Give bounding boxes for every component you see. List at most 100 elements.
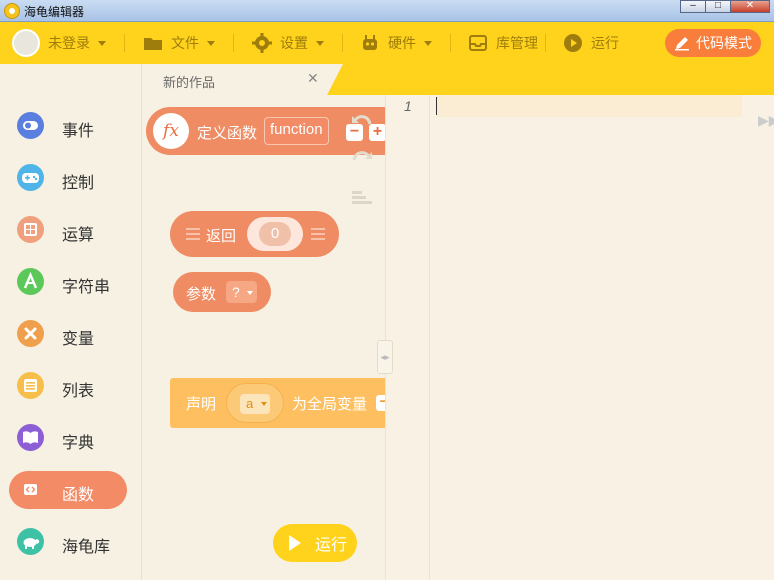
window-title: 海龟编辑器	[24, 5, 85, 19]
editor-gutter-divider	[429, 95, 430, 580]
block-palette: fx 定义函数 function − + 返回 0 参数 ? 声明 a 为全局变…	[143, 95, 385, 580]
category-label: 字典	[62, 435, 95, 452]
list-icon	[17, 372, 44, 399]
category-strings[interactable]: 字符串	[9, 263, 127, 301]
category-events[interactable]: 事件	[9, 107, 127, 145]
category-label: 海龟库	[62, 539, 111, 556]
calculator-icon	[17, 216, 44, 243]
category-dicts[interactable]: 字典	[9, 419, 127, 457]
param-block[interactable]: 参数 ?	[173, 272, 271, 312]
declare-suffix-label: 为全局变量	[292, 396, 368, 413]
function-name-field[interactable]: function	[264, 117, 329, 145]
settings-menu-label: 设置	[280, 35, 308, 51]
run-button[interactable]: 运行	[273, 524, 357, 562]
declare-var-dropdown[interactable]: a	[240, 394, 270, 414]
variable-x-icon	[17, 320, 44, 347]
chevron-down-icon	[316, 40, 324, 46]
editor-left-border	[385, 95, 386, 580]
run-button-label: 运行	[315, 537, 348, 554]
category-label: 运算	[62, 227, 95, 244]
chevron-down-icon	[207, 40, 215, 46]
login-menu[interactable]: 未登录	[12, 22, 106, 64]
code-brackets-icon	[17, 476, 44, 503]
declare-var-value: a	[246, 396, 254, 411]
book-icon	[17, 424, 44, 451]
define-function-label: 定义函数	[197, 125, 258, 142]
declare-var-slot[interactable]: a	[226, 383, 284, 423]
code-editor[interactable]	[385, 95, 774, 580]
resize-handle[interactable]: ◂▸	[377, 340, 393, 374]
collapse-panel-icon[interactable]: ▶▶	[758, 112, 774, 129]
file-menu[interactable]: 文件	[143, 22, 215, 64]
hardware-menu-label: 硬件	[388, 35, 416, 51]
current-line-highlight	[436, 95, 742, 117]
return-label: 返回	[206, 228, 237, 245]
category-operators[interactable]: 运算	[9, 211, 127, 249]
category-functions[interactable]: 函数	[9, 471, 127, 509]
main-toolbar: 未登录 文件 设置 硬件 库管理 运行	[0, 22, 774, 64]
toolbar-divider	[233, 34, 234, 52]
toolbar-divider	[342, 34, 343, 52]
inbox-icon	[469, 35, 487, 51]
minimize-button[interactable]: –	[680, 0, 706, 13]
chevron-down-icon	[247, 291, 253, 295]
settings-menu[interactable]: 设置	[252, 22, 324, 64]
tab-new-work[interactable]: 新的作品 ✕	[142, 64, 343, 95]
library-button-label: 库管理	[496, 35, 538, 51]
window-controls: – □ ✕	[680, 0, 770, 14]
return-value-field[interactable]: 0	[259, 222, 291, 246]
toolbar-divider	[124, 34, 125, 52]
category-lists[interactable]: 列表	[9, 367, 127, 405]
remove-declare-button[interactable]: −	[376, 394, 385, 411]
category-label: 控制	[62, 175, 95, 192]
hardware-menu[interactable]: 硬件	[360, 22, 432, 64]
code-mode-label: 代码模式	[696, 35, 752, 51]
gamepad-icon	[17, 164, 44, 191]
tab-label: 新的作品	[163, 75, 216, 90]
login-label: 未登录	[48, 35, 90, 51]
category-control[interactable]: 控制	[9, 159, 127, 197]
drag-handle-icon	[186, 228, 200, 240]
declare-global-block[interactable]: 声明 a 为全局变量 −	[170, 378, 385, 428]
chevron-down-icon	[261, 402, 267, 406]
close-window-button[interactable]: ✕	[730, 0, 770, 13]
category-label: 函数	[62, 487, 95, 504]
param-dropdown[interactable]: ?	[226, 281, 257, 303]
category-label: 变量	[62, 331, 95, 348]
redo-icon[interactable]	[350, 148, 374, 170]
toolbar-run-label: 运行	[591, 35, 619, 51]
chevron-down-icon	[98, 40, 106, 46]
category-label: 事件	[62, 123, 95, 140]
chevron-down-icon	[424, 40, 432, 46]
gear-icon	[252, 33, 272, 53]
play-icon	[289, 535, 301, 551]
category-label: 列表	[62, 383, 95, 400]
category-label: 字符串	[62, 279, 111, 296]
turtle-icon	[17, 528, 44, 555]
file-menu-label: 文件	[171, 35, 199, 51]
function-fx-icon: fx	[153, 113, 189, 149]
code-mode-button[interactable]: 代码模式	[665, 29, 761, 57]
pencil-icon	[675, 37, 689, 51]
category-turtle[interactable]: 海龟库	[9, 523, 127, 561]
play-circle-icon	[564, 34, 582, 52]
app-icon	[4, 3, 20, 19]
avatar	[12, 29, 40, 57]
return-value-slot[interactable]: 0	[247, 217, 303, 251]
close-tab-icon[interactable]: ✕	[307, 70, 319, 87]
return-block[interactable]: 返回 0	[170, 211, 339, 257]
align-blocks-icon[interactable]	[352, 190, 372, 206]
category-variables[interactable]: 变量	[9, 315, 127, 353]
window-titlebar: 海龟编辑器 – □ ✕	[0, 0, 774, 22]
toolbar-run-button[interactable]: 运行	[563, 22, 619, 64]
maximize-button[interactable]: □	[705, 0, 731, 13]
folder-icon	[144, 38, 162, 50]
undo-icon[interactable]	[350, 112, 374, 134]
letter-a-icon	[17, 268, 44, 295]
declare-label: 声明	[186, 396, 217, 413]
tab-strip: 新的作品 ✕	[142, 64, 774, 95]
drag-handle-icon	[311, 228, 325, 240]
toolbar-divider	[545, 34, 546, 52]
library-button[interactable]: 库管理	[468, 22, 538, 64]
robot-icon	[363, 35, 377, 50]
